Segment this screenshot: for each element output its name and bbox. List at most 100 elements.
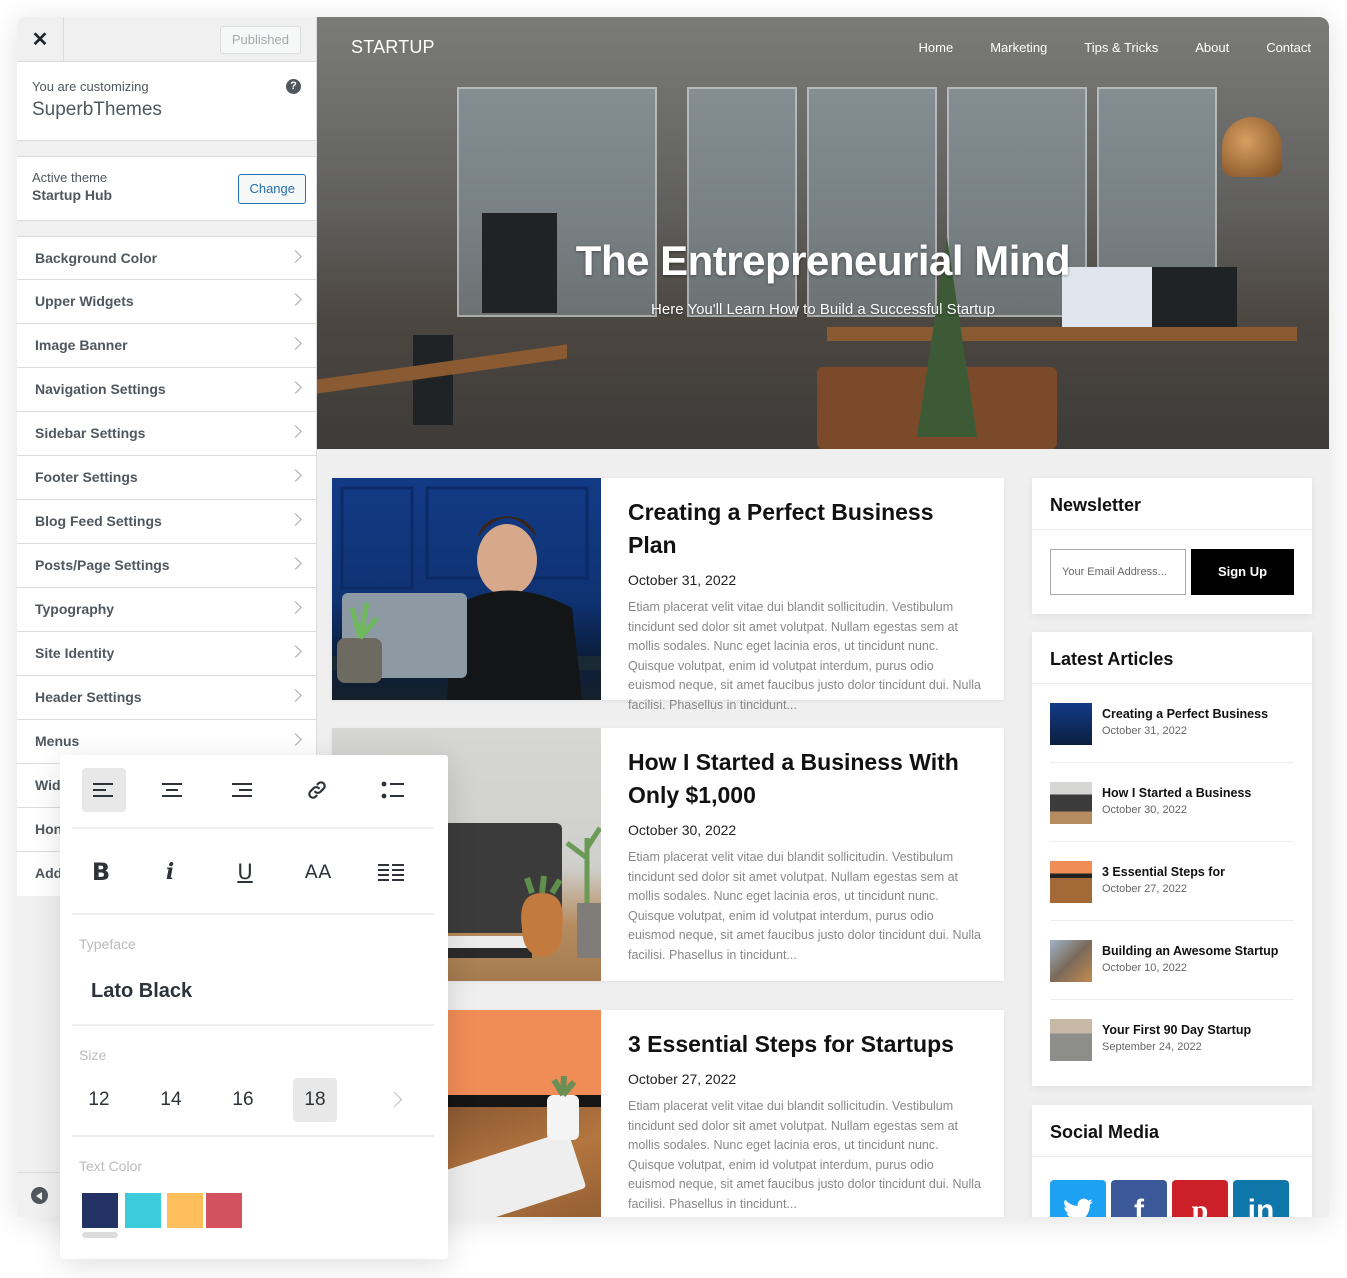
widget-title: Social Media: [1032, 1105, 1312, 1157]
menu-item-sidebar-settings[interactable]: Sidebar Settings: [17, 412, 316, 456]
menu-item-label: Wid: [35, 777, 61, 793]
selected-color-indicator: [82, 1232, 118, 1238]
chevron-right-icon[interactable]: [386, 1091, 403, 1108]
menu-item-label: Posts/Page Settings: [35, 557, 170, 573]
facebook-icon[interactable]: f: [1111, 1180, 1167, 1217]
bullet-list-icon: [381, 781, 404, 799]
hero-banner: STARTUP Home Marketing Tips & Tricks Abo…: [317, 17, 1329, 449]
nav-contact[interactable]: Contact: [1266, 40, 1311, 55]
nav-about[interactable]: About: [1195, 40, 1229, 55]
bullet-list-button[interactable]: [371, 768, 415, 812]
email-input[interactable]: Your Email Address...: [1050, 549, 1186, 595]
site-preview: STARTUP Home Marketing Tips & Tricks Abo…: [317, 17, 1329, 1217]
link-button[interactable]: [295, 768, 339, 812]
uppercase-button[interactable]: AA: [296, 850, 340, 894]
article-title[interactable]: Your First 90 Day Startup: [1102, 1023, 1251, 1037]
list-item[interactable]: How I Started a Business October 30, 202…: [1050, 763, 1294, 842]
nav-tips-tricks[interactable]: Tips & Tricks: [1084, 40, 1158, 55]
italic-icon: i: [165, 859, 175, 885]
menu-item-label: Navigation Settings: [35, 381, 166, 397]
menu-item-label: Add: [35, 865, 63, 881]
align-right-button[interactable]: [220, 768, 264, 812]
menu-item-posts-page-settings[interactable]: Posts/Page Settings: [17, 544, 316, 588]
chevron-right-icon: [289, 733, 302, 746]
text-color-label: Text Color: [79, 1158, 143, 1174]
menu-item-footer-settings[interactable]: Footer Settings: [17, 456, 316, 500]
color-swatch-yellow[interactable]: [167, 1193, 203, 1228]
nav-home[interactable]: Home: [919, 40, 954, 55]
collapse-icon[interactable]: [31, 1187, 48, 1204]
italic-button[interactable]: i: [148, 850, 192, 894]
active-theme-section: Active theme Startup Hub Change: [17, 156, 316, 221]
size-option[interactable]: 12: [77, 1078, 121, 1122]
article-thumbnail: [1050, 1019, 1092, 1061]
post-title[interactable]: Creating a Perfect Business Plan: [628, 496, 982, 562]
site-logo[interactable]: STARTUP: [351, 37, 435, 58]
hero-image-shape: [827, 327, 1297, 341]
list-item[interactable]: 3 Essential Steps for October 27, 2022: [1050, 842, 1294, 921]
help-icon[interactable]: ?: [286, 79, 301, 94]
latest-articles-list: Creating a Perfect Business October 31, …: [1032, 684, 1312, 1079]
size-option[interactable]: 14: [149, 1078, 193, 1122]
article-date: October 27, 2022: [1102, 883, 1188, 895]
article-title[interactable]: Creating a Perfect Business: [1102, 707, 1268, 721]
align-center-icon: [162, 783, 182, 797]
menu-item-typography[interactable]: Typography: [17, 588, 316, 632]
site-nav: Home Marketing Tips & Tricks About Conta…: [882, 40, 1311, 55]
nav-marketing[interactable]: Marketing: [990, 40, 1047, 55]
menu-item-image-banner[interactable]: Image Banner: [17, 324, 316, 368]
menu-item-navigation-settings[interactable]: Navigation Settings: [17, 368, 316, 412]
social-media-widget: Social Media f p in: [1032, 1105, 1312, 1217]
post-body: 3 Essential Steps for Startups October 2…: [628, 1028, 982, 1215]
list-item[interactable]: Your First 90 Day Startup September 24, …: [1050, 1000, 1294, 1079]
size-option[interactable]: 16: [221, 1078, 265, 1122]
typeface-select[interactable]: Lato Black: [91, 980, 192, 1003]
justify-button[interactable]: [369, 850, 413, 894]
article-date: October 31, 2022: [1102, 725, 1188, 737]
list-item[interactable]: Building an Awesome Startup October 10, …: [1050, 921, 1294, 1000]
menu-item-label: Blog Feed Settings: [35, 513, 162, 529]
pinterest-icon[interactable]: p: [1172, 1180, 1228, 1217]
underline-button[interactable]: U: [223, 850, 267, 894]
newsletter-widget: Newsletter Your Email Address... Sign Up: [1032, 478, 1312, 614]
article-title[interactable]: 3 Essential Steps for: [1102, 865, 1225, 879]
published-button[interactable]: Published: [219, 26, 301, 54]
color-swatch-navy[interactable]: [82, 1193, 118, 1228]
post-title[interactable]: How I Started a Business With Only $1,00…: [628, 746, 982, 812]
linkedin-icon[interactable]: in: [1233, 1180, 1289, 1217]
size-option-selected[interactable]: 18: [293, 1078, 337, 1122]
close-icon[interactable]: ✕: [17, 17, 64, 62]
change-theme-button[interactable]: Change: [238, 174, 306, 204]
divider: [72, 827, 434, 829]
menu-item-site-identity[interactable]: Site Identity: [17, 632, 316, 676]
menu-item-blog-feed-settings[interactable]: Blog Feed Settings: [17, 500, 316, 544]
sign-up-button[interactable]: Sign Up: [1191, 549, 1294, 595]
post-date: October 31, 2022: [628, 572, 737, 588]
align-center-button[interactable]: [150, 768, 194, 812]
post-thumbnail[interactable]: [332, 478, 601, 700]
list-item[interactable]: Creating a Perfect Business October 31, …: [1050, 684, 1294, 763]
menu-item-label: Sidebar Settings: [35, 425, 146, 441]
color-swatch-red[interactable]: [206, 1193, 242, 1228]
menu-item-header-settings[interactable]: Header Settings: [17, 676, 316, 720]
chevron-right-icon: [289, 645, 302, 658]
menu-item-upper-widgets[interactable]: Upper Widgets: [17, 280, 316, 324]
post-excerpt: Etiam placerat velit vitae dui blandit s…: [628, 600, 981, 712]
article-title[interactable]: Building an Awesome Startup: [1102, 944, 1278, 958]
article-thumbnail: [1050, 703, 1092, 745]
align-left-button[interactable]: [82, 768, 126, 812]
bold-button[interactable]: B: [79, 850, 123, 894]
color-swatch-cyan[interactable]: [125, 1193, 161, 1228]
twitter-icon[interactable]: [1050, 1180, 1106, 1217]
menu-item-label: Site Identity: [35, 645, 115, 661]
article-date: September 24, 2022: [1102, 1041, 1202, 1053]
latest-articles-widget: Latest Articles Creating a Perfect Busin…: [1032, 632, 1312, 1086]
hero-title: The Entrepreneurial Mind: [575, 237, 1071, 284]
customizing-label: You are customizing: [32, 79, 149, 94]
post-thumbnail-image: [332, 486, 601, 700]
article-title[interactable]: How I Started a Business: [1102, 786, 1251, 800]
article-thumbnail: [1050, 861, 1092, 903]
size-label: Size: [79, 1047, 107, 1063]
menu-item-background-color[interactable]: Background Color: [17, 236, 316, 280]
post-title[interactable]: 3 Essential Steps for Startups: [628, 1028, 982, 1061]
